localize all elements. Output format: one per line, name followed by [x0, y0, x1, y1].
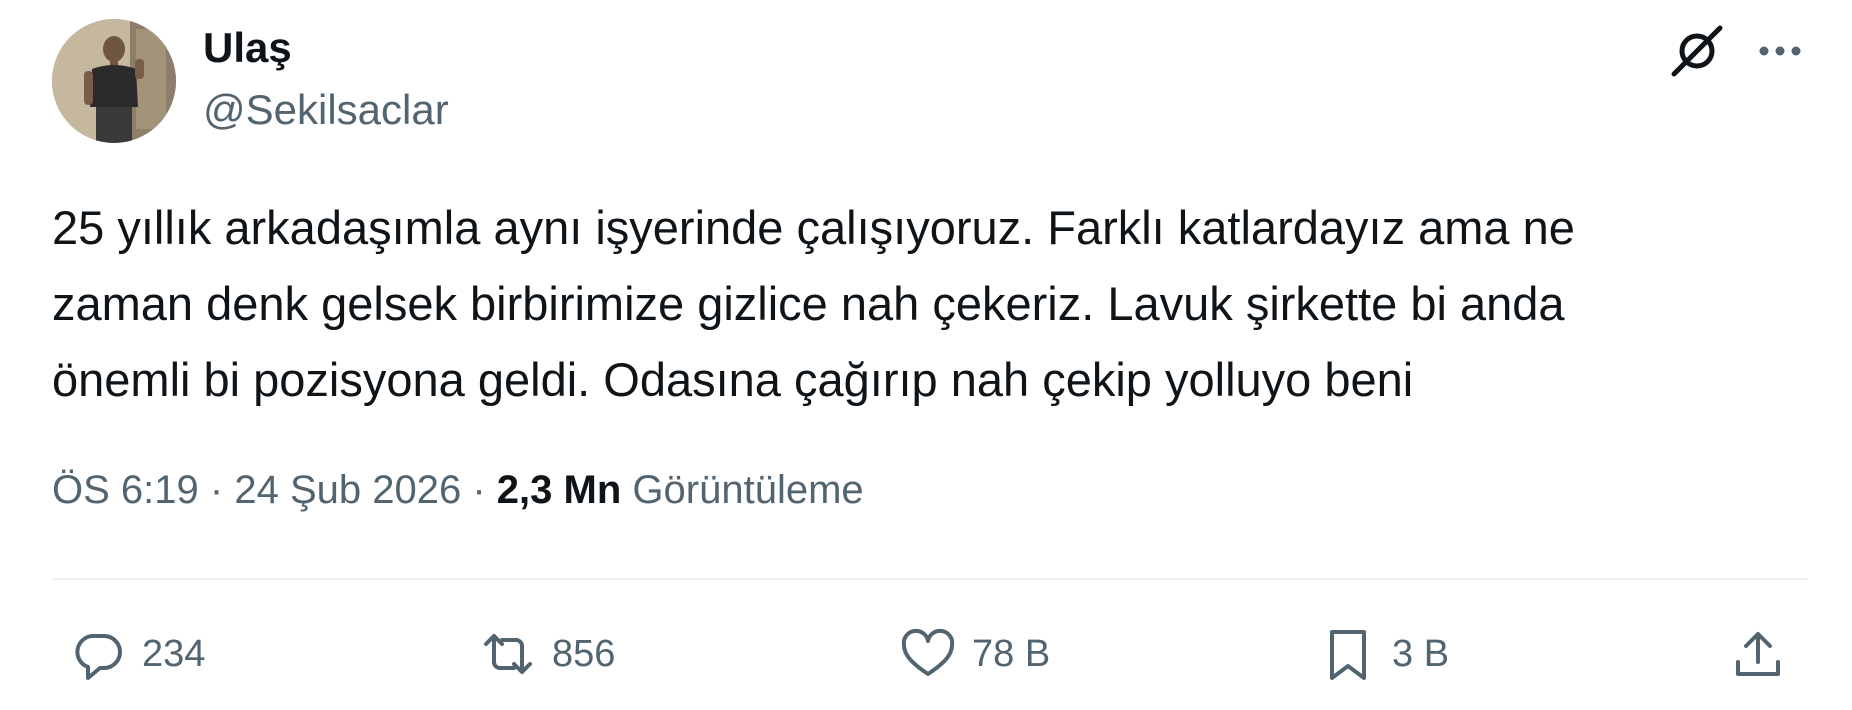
more-icon[interactable] [1752, 28, 1808, 74]
tweet-text: 25 yıllık arkadaşımla aynı işyerinde çal… [52, 190, 1812, 418]
grok-icon[interactable] [1668, 22, 1726, 80]
like-count: 78 B [972, 633, 1051, 675]
tweet-text-line: 25 yıllık arkadaşımla aynı işyerinde çal… [52, 201, 1575, 254]
divider [52, 578, 1808, 580]
tweet-meta: ÖS 6:19 · 24 Şub 2026 · 2,3 Mn Görüntüle… [52, 464, 864, 516]
tweet-text-line: önemli bi pozisyona geldi. Odasına çağır… [52, 353, 1414, 406]
bookmark-count: 3 B [1392, 633, 1450, 675]
meta-separator: · [209, 468, 224, 512]
share-button[interactable] [1728, 624, 1788, 684]
reply-icon [75, 634, 122, 680]
bookmark-button[interactable]: 3 B [1318, 624, 1449, 684]
display-name[interactable]: Ulaş [203, 22, 292, 74]
reply-count: 234 [142, 633, 206, 675]
tweet-text-line: zaman denk gelsek birbirimize gizlice na… [52, 277, 1565, 330]
reply-button[interactable]: 234 [68, 624, 205, 684]
share-icon [1736, 632, 1780, 676]
like-button[interactable]: 78 B [898, 624, 1050, 684]
avatar[interactable] [52, 19, 176, 143]
tweet-time[interactable]: ÖS 6:19 [52, 468, 199, 512]
retweet-button[interactable]: 856 [478, 624, 615, 684]
retweet-count: 856 [552, 633, 616, 675]
views-count: 2,3 Mn [496, 468, 622, 512]
tweet-card: Ulaş @Sekilsaclar 25 yıllık arkadaşımla … [0, 0, 1852, 710]
heart-icon [901, 628, 955, 676]
retweet-icon [484, 634, 532, 674]
views-label: Görüntüleme [632, 468, 864, 512]
bookmark-icon [1330, 630, 1366, 680]
user-handle[interactable]: @Sekilsaclar [203, 84, 449, 136]
tweet-date[interactable]: 24 Şub 2026 [234, 468, 461, 512]
meta-separator: · [472, 468, 486, 512]
